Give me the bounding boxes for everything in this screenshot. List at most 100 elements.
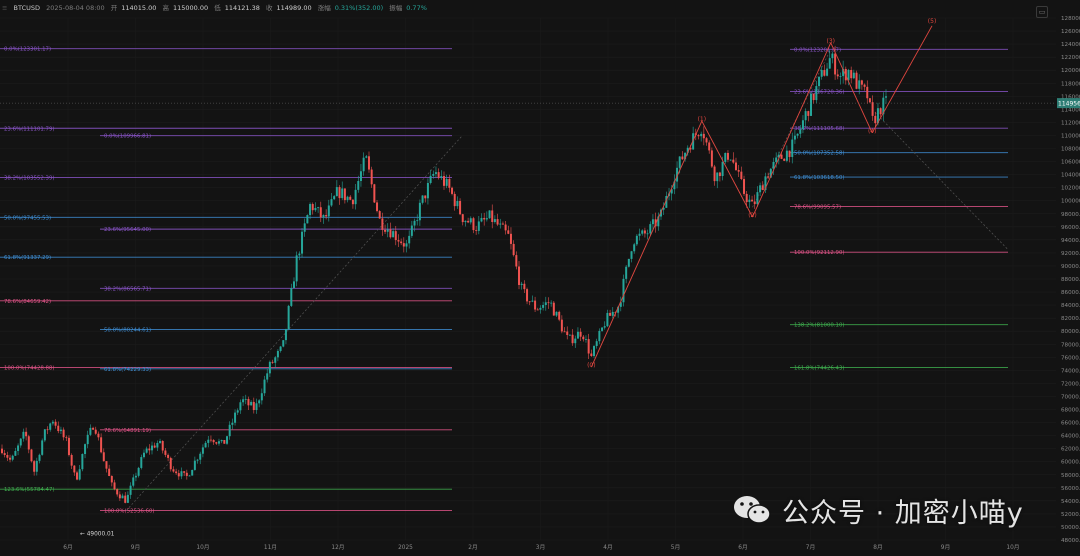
candle-body <box>472 218 475 231</box>
x-tick-label: 2月 <box>468 544 478 551</box>
fib-label: 38.2%(86565.71) <box>104 286 151 292</box>
candle-body <box>815 86 818 101</box>
candle-body <box>732 159 735 163</box>
screenshot-icon[interactable]: ▭ <box>1036 6 1048 18</box>
candle-body <box>317 207 320 209</box>
candle-body <box>76 472 79 480</box>
candle-body <box>855 72 858 89</box>
candle-body <box>716 172 719 182</box>
fib-label: 38.2%(103552.39) <box>4 176 54 182</box>
candle-body <box>271 361 274 363</box>
candle-body <box>57 425 60 432</box>
candle-body <box>434 172 437 174</box>
candle-body <box>552 302 555 316</box>
fib-label: 100.0%(92112.90) <box>794 250 844 256</box>
y-tick-label: 90000.00 <box>1061 264 1080 270</box>
candle-body <box>858 80 861 89</box>
fib-label: 61.8%(91337.29) <box>4 255 51 261</box>
candle-body <box>73 465 76 473</box>
last-price-tag: 114956.0 <box>0 98 1080 109</box>
candle-body <box>384 229 387 232</box>
wave-label: (0) <box>587 362 596 369</box>
candle-body <box>338 187 341 199</box>
amplitude-value: 0.77% <box>406 4 427 12</box>
fib-label: 100.0%(52536.60) <box>104 508 154 514</box>
candle-body <box>499 223 502 225</box>
candle-body <box>456 201 459 207</box>
candle-body <box>809 93 812 116</box>
candle-body <box>702 133 705 139</box>
candle-body <box>81 454 84 470</box>
candle-body <box>812 93 815 101</box>
y-tick-label: 72000.00 <box>1061 381 1080 387</box>
candle-body <box>309 204 312 216</box>
candle-body <box>796 133 799 136</box>
candle-body <box>134 475 137 478</box>
candle-body <box>255 403 258 411</box>
y-tick-label: 86000.00 <box>1061 290 1080 296</box>
candle-body <box>290 288 293 306</box>
candle-body <box>558 311 561 320</box>
y-tick-label: 108000.00 <box>1061 147 1080 153</box>
candle-body <box>643 230 646 234</box>
y-tick-label: 64000.00 <box>1061 434 1080 440</box>
low-marker: ← 49000.01 <box>80 531 115 537</box>
candle-body <box>443 176 445 186</box>
x-tick-label: 9月 <box>941 544 951 551</box>
candle-body <box>298 253 301 256</box>
fib-label: 138.2%(81000.10) <box>794 323 844 329</box>
candle-body <box>801 120 804 130</box>
candle-body <box>453 193 456 207</box>
y-tick-label: 60000.00 <box>1061 460 1080 466</box>
candle-body <box>713 166 716 182</box>
candle-body <box>46 429 49 431</box>
fib-label: 78.6%(64891.19) <box>104 428 151 434</box>
candle-body <box>697 135 700 137</box>
candle-body <box>611 311 614 316</box>
y-tick-label: 62000.00 <box>1061 447 1080 453</box>
candle-body <box>292 281 295 289</box>
x-tick-label: 2025 <box>398 545 413 551</box>
candle-body <box>156 442 159 448</box>
candle-body <box>418 202 421 221</box>
candle-body <box>204 442 207 448</box>
candle-body <box>432 173 435 176</box>
chart-canvas[interactable]: 48000.00 50000.00 52000.00 54000.00 56000.00… <box>0 0 1080 552</box>
candle-body <box>451 187 454 194</box>
fib-label: 50.0%(97455.53) <box>4 215 51 221</box>
candle-body <box>850 70 853 79</box>
candle-body <box>244 398 247 400</box>
amplitude-label: 振幅 <box>389 4 403 12</box>
y-tick-label: 92000.00 <box>1061 251 1080 257</box>
y-tick-label: 54000.00 <box>1061 499 1080 505</box>
candle-body <box>367 156 370 170</box>
candle-body <box>126 494 129 503</box>
candle-body <box>601 327 604 331</box>
fib-label: 23.6%(95645.00) <box>104 227 151 233</box>
candle-body <box>804 111 807 121</box>
symbol-name[interactable]: BTCUSD <box>14 4 40 12</box>
candle-body <box>705 138 708 143</box>
candle-body <box>504 224 507 231</box>
x-tick-label: 11月 <box>264 544 277 551</box>
candle-body <box>124 495 127 503</box>
candle-body <box>413 220 416 226</box>
candle-body <box>341 188 344 199</box>
wave-segment <box>830 42 873 134</box>
candle-body <box>35 460 38 472</box>
y-tick-label: 98000.00 <box>1061 212 1080 218</box>
candle-body <box>603 326 606 328</box>
chart-stage[interactable]: 48000.00 50000.00 52000.00 54000.00 56000.00… <box>0 0 1080 552</box>
candle-body <box>183 471 186 473</box>
x-tick-label: 10月 <box>196 544 209 551</box>
y-tick-label: 96000.00 <box>1061 225 1080 231</box>
candle-body <box>220 439 223 442</box>
x-tick-label: 5月 <box>671 544 681 551</box>
candle-body <box>745 193 748 203</box>
candle-body <box>708 142 711 151</box>
candle-body <box>729 159 732 161</box>
wechat-logo-icon <box>734 496 771 524</box>
candle-body <box>871 102 874 116</box>
candle-body <box>469 218 472 223</box>
collapse-icon[interactable]: ≡ <box>2 4 7 12</box>
